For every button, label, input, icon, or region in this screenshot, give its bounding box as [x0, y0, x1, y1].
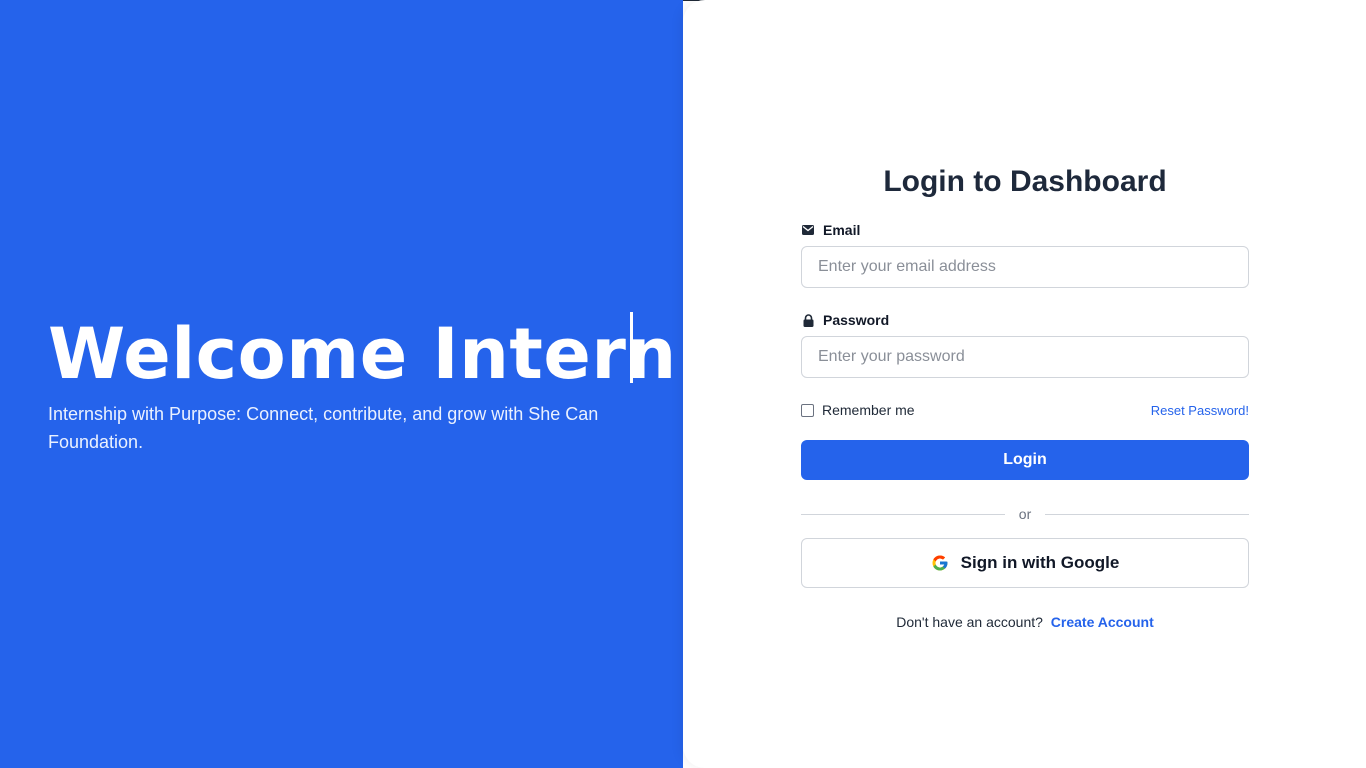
- password-label-row: Password: [801, 310, 1249, 330]
- divider-line-left: [801, 513, 1005, 515]
- login-form: Login to Dashboard Email Password Rememb…: [801, 160, 1250, 630]
- hero-subtitle: Internship with Purpose: Connect, contri…: [48, 404, 599, 452]
- divider-text: or: [1018, 506, 1032, 522]
- hero-title: Welcome Intern!: [48, 313, 710, 395]
- remember-me-label: Remember me: [822, 402, 915, 418]
- password-label: Password: [823, 312, 890, 328]
- signup-row: Don't have an account? Create Account: [801, 614, 1249, 630]
- text-cursor: [630, 312, 633, 383]
- welcome-hero-panel: Welcome Intern! Internship with Purpose:…: [0, 0, 709, 768]
- remember-me-checkbox[interactable]: [801, 403, 814, 417]
- google-icon: [931, 554, 949, 572]
- remember-row: Remember me Reset Password!: [801, 400, 1249, 420]
- envelope-icon: [801, 223, 815, 237]
- login-panel: Login to Dashboard Email Password Rememb…: [683, 0, 1366, 768]
- lock-icon: [801, 313, 815, 327]
- divider-line-right: [1045, 513, 1250, 515]
- email-input[interactable]: [801, 246, 1249, 288]
- login-button[interactable]: Login: [801, 440, 1249, 480]
- email-label-row: Email: [801, 220, 1249, 240]
- password-input[interactable]: [801, 336, 1249, 378]
- remember-me[interactable]: Remember me: [801, 402, 915, 418]
- signup-prompt: Don't have an account?: [896, 614, 1043, 630]
- login-title: Login to Dashboard: [883, 165, 1167, 198]
- or-divider: or: [801, 504, 1250, 524]
- create-account-link[interactable]: Create Account: [1051, 614, 1154, 630]
- reset-password-link[interactable]: Reset Password!: [1151, 403, 1249, 418]
- email-label: Email: [823, 222, 861, 238]
- google-signin-button[interactable]: Sign in with Google: [801, 538, 1249, 588]
- google-signin-label: Sign in with Google: [960, 553, 1120, 572]
